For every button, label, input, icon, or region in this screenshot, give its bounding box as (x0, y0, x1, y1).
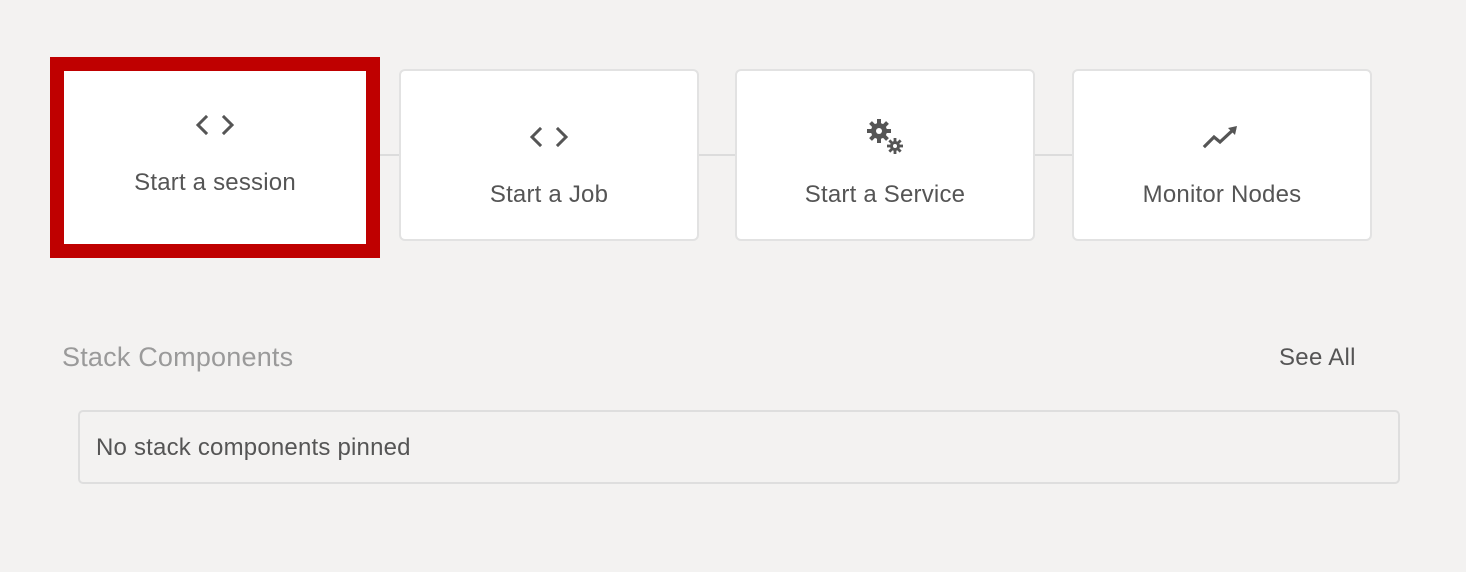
trend-line-icon (1202, 121, 1242, 153)
monitor-nodes-label: Monitor Nodes (1142, 181, 1302, 208)
start-job-label: Start a Job (489, 181, 609, 208)
quick-actions-row: Start a session Start a Job Start a Serv… (0, 0, 1466, 280)
code-icon (529, 121, 569, 153)
start-job-card[interactable]: Start a Job (399, 69, 699, 241)
stack-components-title: Stack Components (62, 342, 294, 372)
empty-state-message: No stack components pinned (96, 434, 411, 461)
start-service-label: Start a Service (804, 181, 966, 208)
gears-icon (865, 119, 905, 154)
see-all-link[interactable]: See All (1279, 344, 1356, 372)
card-connector (1035, 154, 1073, 156)
code-icon (195, 109, 235, 141)
stack-components-empty-state: No stack components pinned (78, 410, 1400, 484)
monitor-nodes-card[interactable]: Monitor Nodes (1072, 69, 1372, 241)
start-service-card[interactable]: Start a Service (735, 69, 1035, 241)
card-connector (699, 154, 736, 156)
card-connector (378, 154, 400, 156)
start-session-label: Start a session (134, 169, 296, 196)
start-session-card[interactable]: Start a session (50, 57, 380, 258)
